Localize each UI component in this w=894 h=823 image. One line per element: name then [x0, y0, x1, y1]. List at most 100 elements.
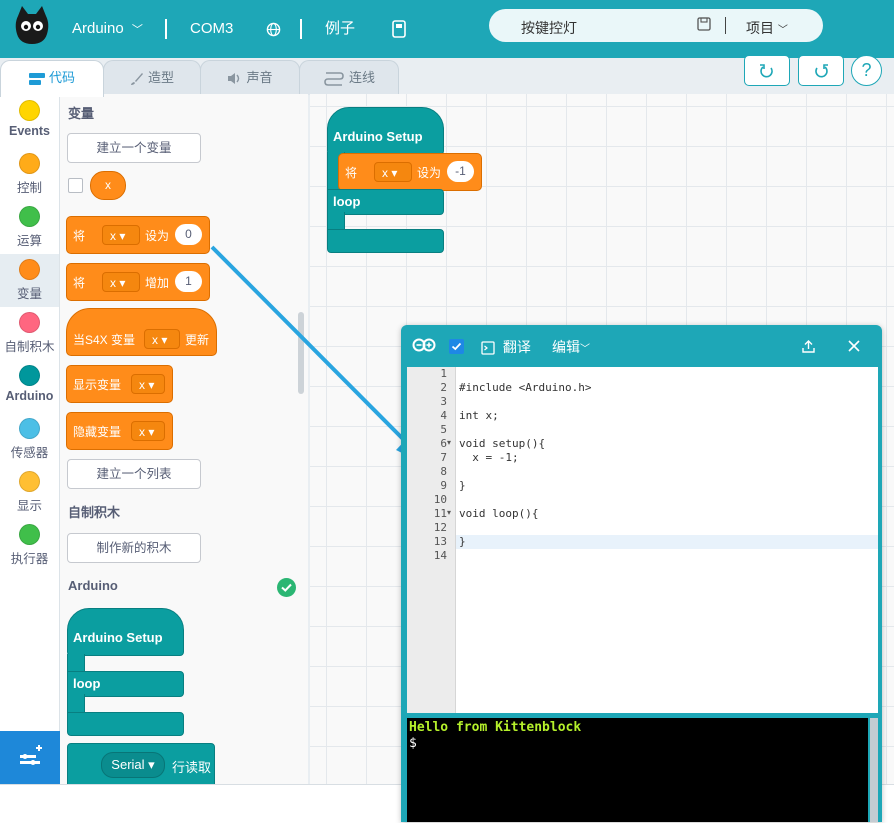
- project-menu[interactable]: 项目 ﹀: [746, 18, 788, 38]
- edit-label: 编辑: [552, 339, 580, 355]
- tab-wiring[interactable]: 连线: [299, 60, 399, 95]
- variable-dropdown[interactable]: x ▾: [102, 225, 140, 245]
- category-operators[interactable]: 运算: [0, 206, 59, 254]
- translate-button[interactable]: 翻译: [481, 337, 531, 357]
- make-list-button[interactable]: 建立一个列表: [67, 459, 201, 489]
- category-actuators[interactable]: 执行器: [0, 524, 59, 572]
- variable-reporter-x[interactable]: x: [90, 171, 126, 200]
- category-label: 运算: [16, 234, 42, 248]
- category-label: Events: [9, 124, 50, 138]
- value-input[interactable]: 1: [175, 271, 202, 292]
- show-variable-block[interactable]: 显示变量 x ▾: [66, 365, 173, 403]
- loop-label: loop: [73, 676, 101, 691]
- category-events[interactable]: Events: [0, 100, 59, 148]
- tab-sounds-label: 声音: [246, 70, 273, 85]
- category-myblocks[interactable]: 自制积木: [0, 312, 59, 360]
- console-output-line: Hello from Kittenblock: [409, 720, 582, 735]
- tab-sounds[interactable]: 声音: [200, 60, 300, 95]
- palette-scrollbar[interactable]: [298, 312, 304, 394]
- save-file-icon[interactable]: [392, 0, 406, 58]
- category-sensors[interactable]: 传感器: [0, 418, 59, 466]
- variable-dropdown[interactable]: x ▾: [131, 374, 165, 394]
- chevron-down-icon: ﹀: [131, 24, 143, 36]
- make-variable-button[interactable]: 建立一个变量: [67, 133, 201, 163]
- set-variable-block[interactable]: 将 x ▾ 设为 0: [66, 216, 210, 254]
- category-label: 自制积木: [4, 340, 55, 354]
- code-editor[interactable]: 1 2 3 4 5 6 7 8 9 10 11 12 13 14 ▾ ▾ #in…: [407, 367, 878, 713]
- serial-console[interactable]: Hello from Kittenblock $: [407, 718, 868, 822]
- palette-arduino-setup-block[interactable]: Arduino Setup: [67, 608, 184, 656]
- section-variables-title: 变量: [68, 106, 95, 121]
- category-arduino[interactable]: Arduino: [0, 365, 59, 413]
- line-number: 4: [440, 409, 447, 422]
- c-block-foot: [67, 712, 184, 736]
- redo-button[interactable]: [798, 55, 844, 86]
- change-variable-block[interactable]: 将 x ▾ 增加 1: [66, 263, 210, 301]
- loop-label: loop: [333, 194, 361, 209]
- category-label: 传感器: [10, 446, 49, 460]
- kittenblock-logo: [15, 6, 49, 44]
- tab-costumes[interactable]: 造型: [103, 60, 201, 95]
- c-block-arm: [67, 694, 85, 713]
- line-number: 9: [440, 479, 447, 492]
- serial-read-block[interactable]: Serial ▾ 行读取: [67, 743, 215, 784]
- change-prefix: 将: [73, 276, 86, 290]
- fold-arrow-icon[interactable]: ▾: [447, 438, 451, 447]
- current-line-highlight: [407, 535, 878, 549]
- variable-checkbox[interactable]: [68, 178, 83, 193]
- undo-button[interactable]: [744, 55, 790, 86]
- category-display[interactable]: 显示: [0, 471, 59, 519]
- brush-icon: [130, 72, 143, 85]
- project-name[interactable]: 按键控灯: [521, 18, 577, 38]
- when-suffix: 更新: [185, 333, 210, 347]
- code-line: int x;: [459, 409, 499, 422]
- line-number: 2: [440, 381, 447, 394]
- serial-dropdown[interactable]: Serial ▾: [101, 752, 165, 778]
- dropdown-value: x: [110, 229, 116, 243]
- variable-dropdown[interactable]: x ▾: [144, 329, 180, 349]
- variable-dropdown[interactable]: x ▾: [131, 421, 165, 441]
- variable-dropdown[interactable]: x ▾: [374, 162, 412, 182]
- project-menu-label: 项目: [746, 20, 774, 36]
- hide-variable-block[interactable]: 隐藏变量 x ▾: [66, 412, 173, 450]
- hide-label: 隐藏变量: [73, 425, 122, 439]
- port-selector[interactable]: COM3: [190, 0, 233, 58]
- block-palette: 变量 建立一个变量 x 将 x ▾ 设为 0 将 x ▾ 增加 1 当S4X 变…: [60, 94, 308, 784]
- category-dot: [19, 365, 40, 386]
- set-prefix: 将: [73, 229, 86, 243]
- category-dot: [19, 100, 40, 121]
- dropdown-value: x: [139, 425, 145, 439]
- value-input[interactable]: -1: [447, 161, 474, 182]
- redo-icon: [815, 64, 828, 78]
- serial-value: Serial: [111, 757, 145, 772]
- device-selector[interactable]: Arduino ﹀: [72, 0, 143, 58]
- category-variables[interactable]: 变量: [0, 254, 59, 307]
- add-extension-button[interactable]: [0, 731, 60, 785]
- workspace-arduino-setup-block[interactable]: Arduino Setup: [327, 107, 444, 155]
- separator: [300, 19, 302, 39]
- chevron-down-icon: ﹀: [777, 25, 788, 36]
- save-icon[interactable]: [697, 17, 711, 31]
- change-op: 增加: [145, 276, 170, 290]
- upload-icon[interactable]: [802, 339, 815, 353]
- line-number: 7: [440, 451, 447, 464]
- workspace-set-variable-block[interactable]: 将 x ▾ 设为 -1: [338, 153, 482, 191]
- set-op: 设为: [145, 229, 170, 243]
- value-input[interactable]: 0: [175, 224, 202, 245]
- when-variable-updated-block[interactable]: 当S4X 变量 x ▾ 更新: [66, 308, 217, 356]
- help-button[interactable]: ?: [851, 55, 882, 86]
- line-number: 3: [440, 395, 447, 408]
- tab-code[interactable]: 代码: [0, 60, 104, 97]
- category-control[interactable]: 控制: [0, 153, 59, 201]
- edit-menu[interactable]: 编辑﹀: [552, 337, 590, 357]
- make-block-button[interactable]: 制作新的积木: [67, 533, 201, 563]
- sync-checkbox[interactable]: [449, 339, 464, 354]
- variable-dropdown[interactable]: x ▾: [102, 272, 140, 292]
- examples-button[interactable]: 例子: [325, 0, 355, 58]
- check-circle-icon: [277, 578, 296, 597]
- wiring-icon: [324, 71, 344, 86]
- close-icon[interactable]: [848, 340, 860, 352]
- console-scrollbar[interactable]: [870, 718, 878, 822]
- globe-icon[interactable]: [266, 0, 281, 58]
- fold-arrow-icon[interactable]: ▾: [447, 508, 451, 517]
